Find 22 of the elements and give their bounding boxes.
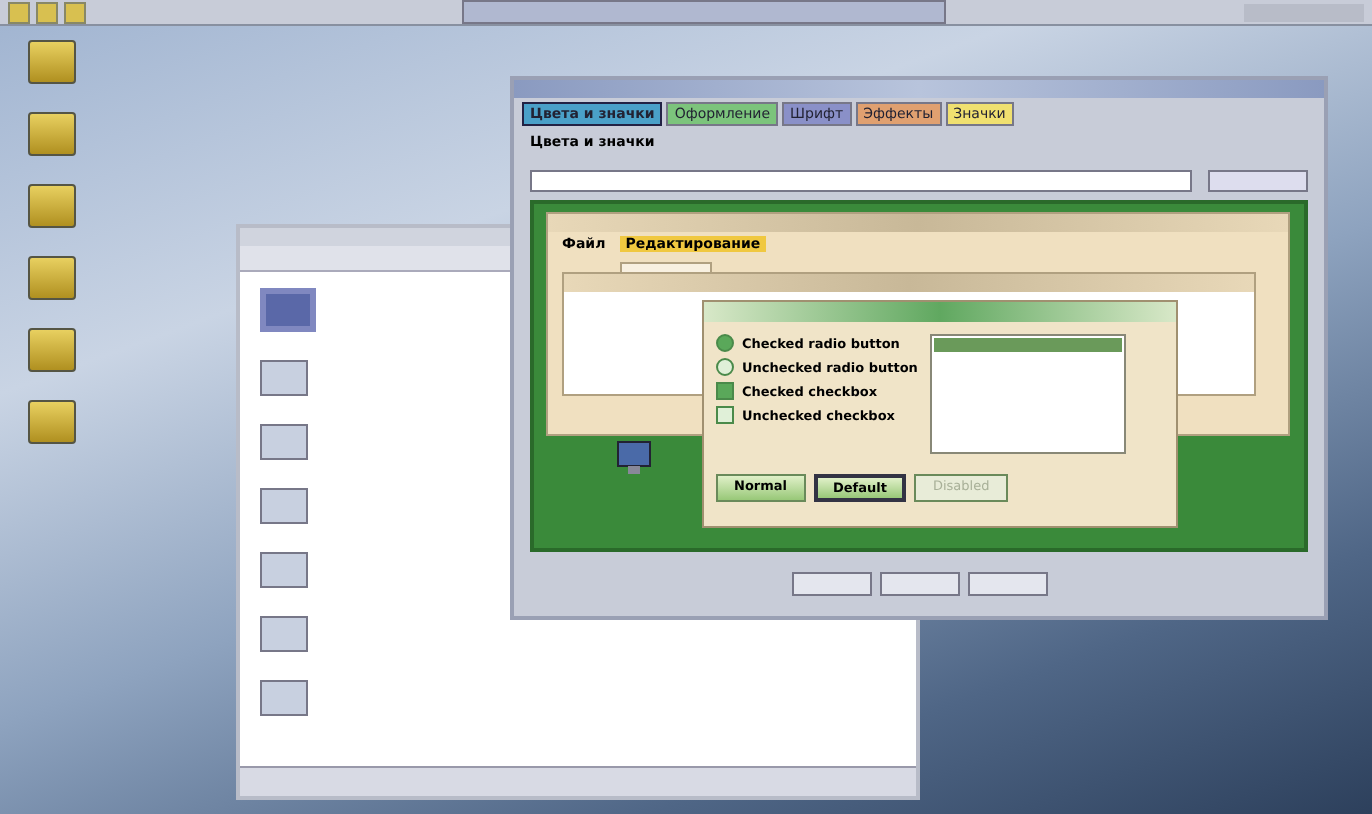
dialog-button[interactable]: [791, 572, 871, 596]
file-icon[interactable]: [260, 424, 308, 460]
file-icon[interactable]: [260, 360, 308, 396]
launcher-icon[interactable]: [64, 1, 86, 23]
checkbox[interactable]: [716, 382, 734, 400]
file-icon[interactable]: [260, 680, 308, 716]
scheme-dropdown[interactable]: [530, 170, 1192, 192]
small-button[interactable]: [1208, 170, 1308, 192]
launcher-icon[interactable]: [36, 1, 58, 23]
clock-area: [1244, 3, 1364, 21]
radio-button[interactable]: [716, 358, 734, 376]
computer-icon: [614, 440, 654, 476]
launcher-icon[interactable]: [8, 1, 30, 23]
radio-button[interactable]: [716, 334, 734, 352]
file-icon[interactable]: [260, 488, 308, 524]
file-icon[interactable]: [260, 616, 308, 652]
task-button[interactable]: [462, 0, 946, 24]
dialog-button[interactable]: [967, 572, 1047, 596]
dialog-button[interactable]: [879, 572, 959, 596]
list-box[interactable]: [929, 334, 1126, 454]
file-icon[interactable]: [260, 552, 308, 588]
checkbox[interactable]: [716, 406, 734, 424]
